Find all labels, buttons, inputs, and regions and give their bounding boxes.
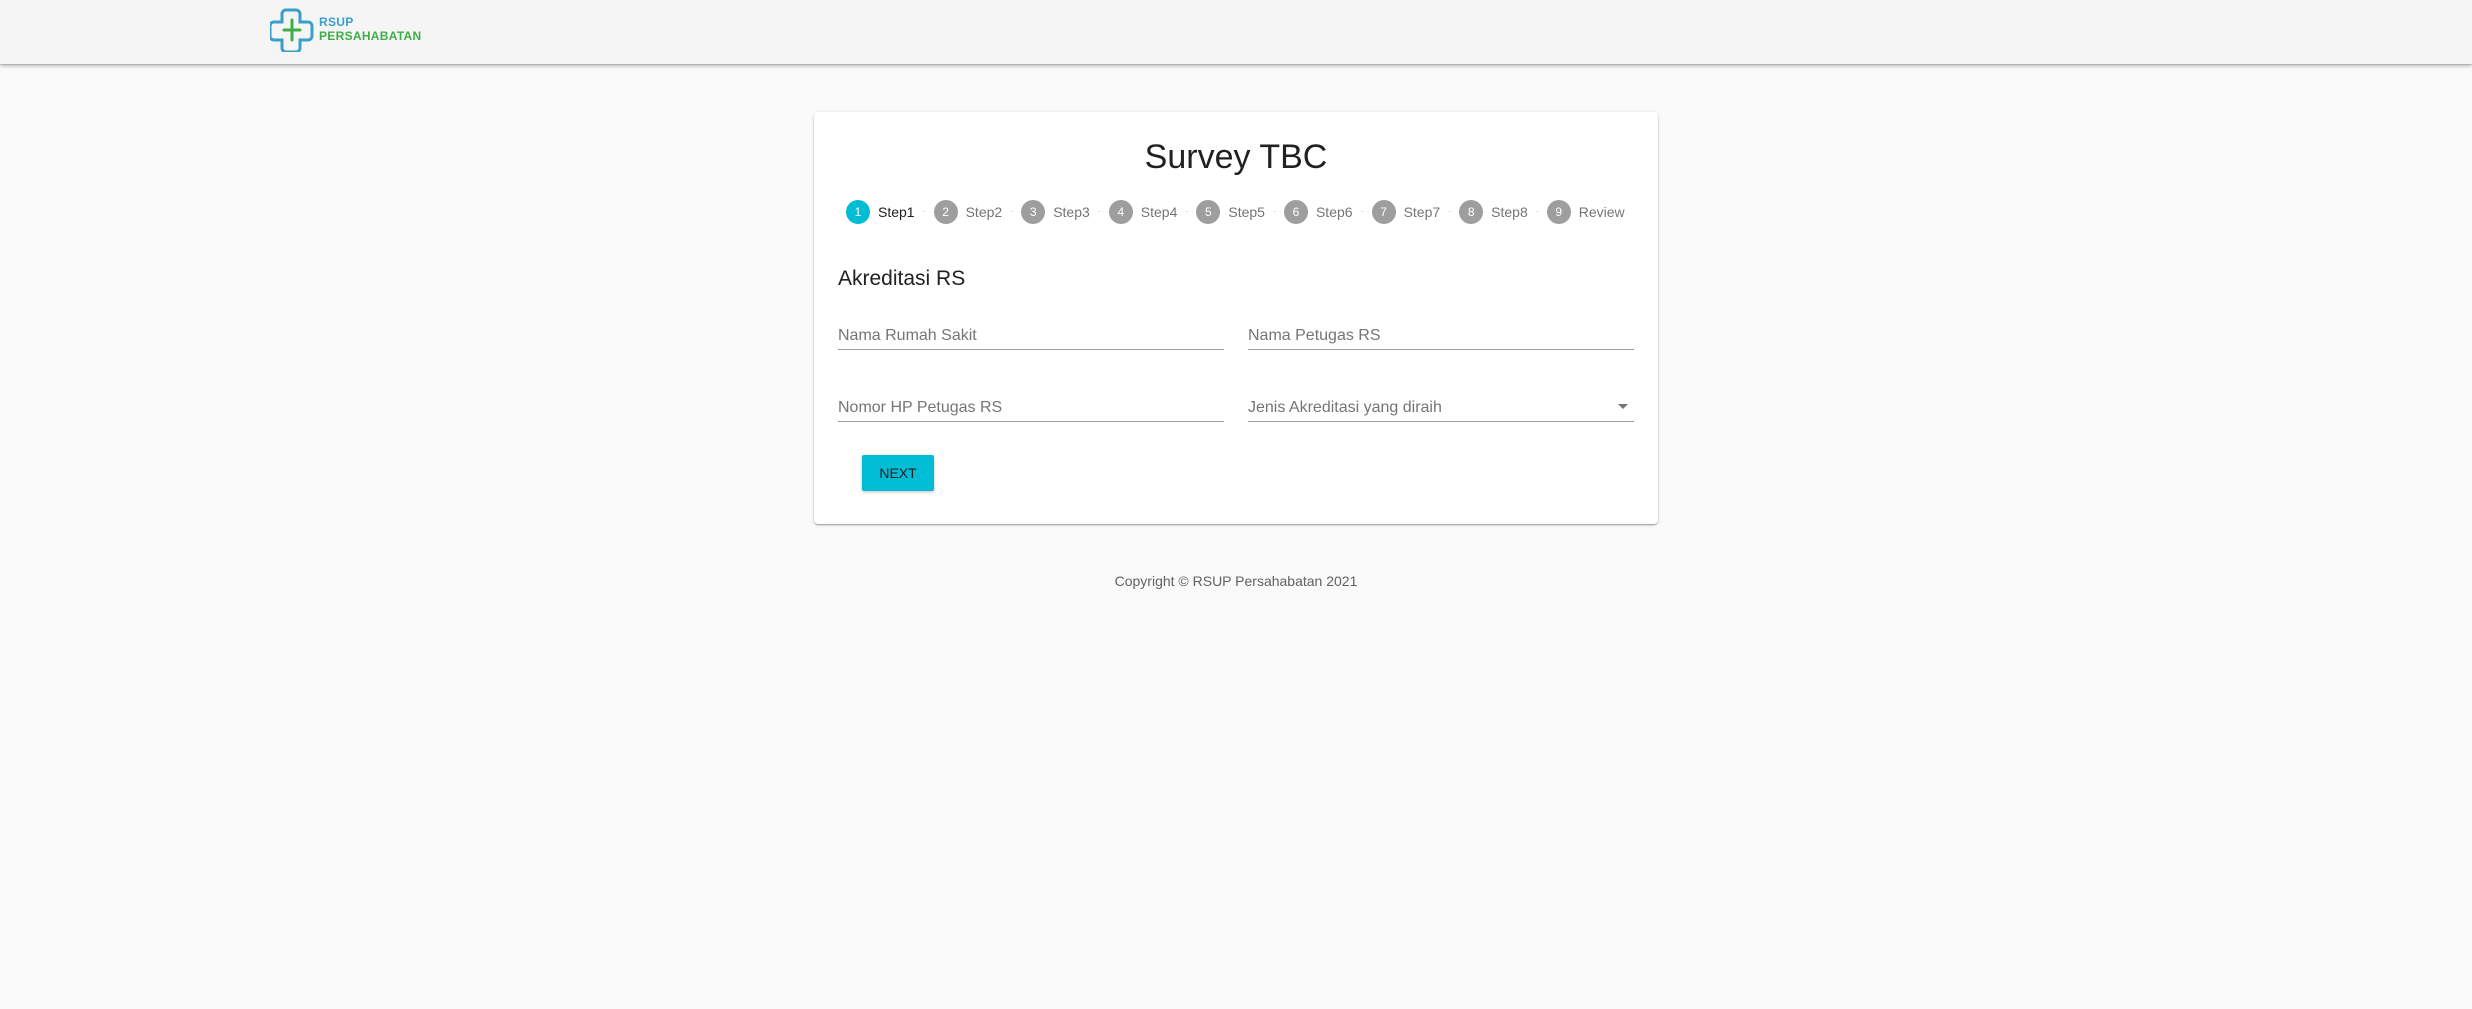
stepper: 1 Step1 · 2 Step2 · 3 Step3 · 4 Step4 · … (846, 199, 1625, 225)
step-separator: · (1360, 206, 1364, 217)
step-number: 2 (933, 200, 958, 224)
step-4[interactable]: 4 Step4 (1108, 199, 1178, 225)
accreditation-type-label: Jenis Akreditasi yang diraih (1248, 399, 1442, 416)
next-button[interactable]: NEXT (862, 455, 934, 491)
cross-logo-icon (270, 8, 314, 52)
step-label: Step8 (1491, 204, 1528, 220)
step-separator: · (922, 206, 926, 217)
step-label: Step5 (1228, 204, 1265, 220)
step-number: 1 (846, 200, 870, 224)
hospital-name-input[interactable] (838, 327, 1224, 345)
section-title: Akreditasi RS (838, 267, 966, 290)
page-title: Survey TBC (1144, 138, 1328, 176)
step-3[interactable]: 3 Step3 (1021, 199, 1090, 225)
step-label: Step7 (1403, 204, 1441, 220)
step-number: 7 (1371, 200, 1396, 224)
step-8[interactable]: 8 Step8 (1459, 199, 1528, 225)
step-number: 5 (1196, 200, 1221, 224)
step-label: Review (1578, 204, 1625, 220)
step-label: Step3 (1053, 204, 1090, 220)
step-5[interactable]: 5 Step5 (1196, 199, 1265, 225)
step-separator: · (1535, 206, 1539, 217)
step-2[interactable]: 2 Step2 (933, 199, 1003, 225)
logo-text: RSUP PERSAHABATAN (319, 15, 422, 43)
step-separator: · (1010, 206, 1014, 217)
step-number: 6 (1283, 200, 1308, 224)
officer-name-field (1248, 310, 1634, 350)
step-label: Step1 (878, 204, 915, 220)
step-separator: · (1185, 206, 1189, 217)
step-number: 9 (1546, 200, 1571, 224)
logo-line-1: RSUP (319, 15, 354, 29)
step-label: Step2 (965, 204, 1003, 220)
officer-name-input[interactable] (1248, 327, 1634, 345)
step-review[interactable]: 9 Review (1546, 199, 1625, 225)
officer-phone-input[interactable] (838, 399, 1224, 417)
step-separator: · (1447, 206, 1452, 217)
hospital-logo[interactable]: RSUP PERSAHABATAN (270, 6, 422, 52)
survey-card: Survey TBC 1 Step1 · 2 Step2 · 3 Step3 ·… (814, 112, 1658, 524)
step-number: 8 (1459, 200, 1484, 224)
step-label: Step4 (1140, 204, 1178, 220)
copyright-footer: Copyright © RSUP Persahabatan 2021 (1114, 573, 1358, 589)
step-7[interactable]: 7 Step7 (1371, 199, 1441, 225)
step-label: Step6 (1315, 204, 1353, 220)
step-6[interactable]: 6 Step6 (1283, 199, 1353, 225)
hospital-name-field (838, 310, 1224, 350)
accreditation-type-select[interactable]: Jenis Akreditasi yang diraih (1248, 382, 1634, 422)
step-number: 3 (1021, 200, 1046, 224)
step-1[interactable]: 1 Step1 (846, 199, 915, 225)
step-number: 4 (1108, 200, 1133, 224)
dropdown-arrow-icon (1618, 404, 1628, 409)
step-separator: · (1272, 206, 1277, 217)
app-bar: RSUP PERSAHABATAN (0, 0, 2472, 64)
officer-phone-field (838, 382, 1224, 422)
step-separator: · (1097, 206, 1101, 217)
logo-line-2: PERSAHABATAN (319, 29, 422, 43)
